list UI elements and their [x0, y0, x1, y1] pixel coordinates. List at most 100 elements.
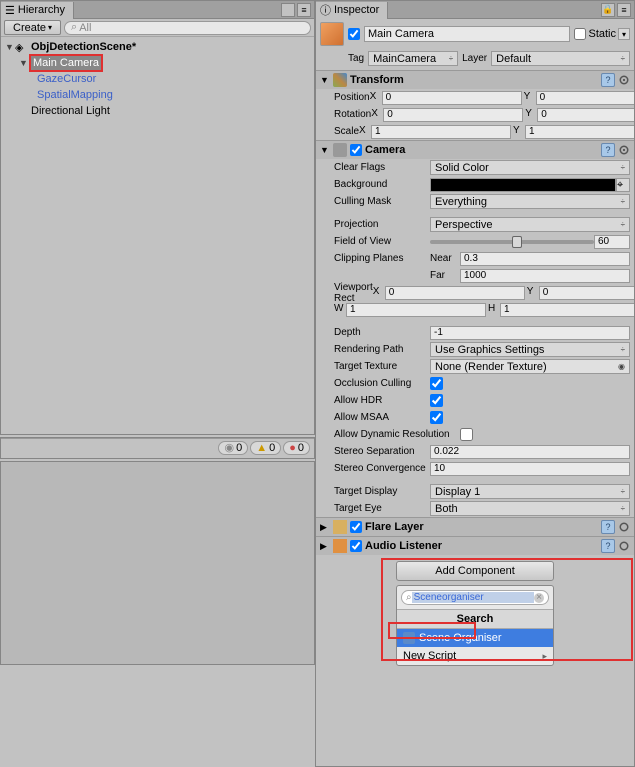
near-field[interactable] [460, 252, 630, 266]
component-search[interactable]: ⌕ Sceneorganiser × [401, 590, 549, 605]
position-y-field[interactable] [536, 91, 634, 105]
static-dropdown-arrow[interactable]: ▾ [618, 28, 630, 40]
audio-icon [333, 539, 347, 553]
clipping-label: Clipping Planes [320, 253, 430, 264]
gear-icon[interactable] [618, 144, 630, 156]
hierarchy-icon: ☰ [5, 4, 15, 17]
position-label: Position [320, 92, 370, 103]
hierarchy-tab[interactable]: ☰ Hierarchy [1, 2, 74, 19]
status-pill-warn[interactable]: ▲0 [250, 441, 281, 455]
gear-icon[interactable] [618, 540, 630, 552]
target-eye-dropdown[interactable]: Both÷ [430, 501, 630, 516]
far-field[interactable] [460, 269, 630, 283]
viewport-h-field[interactable] [500, 303, 634, 317]
dropdown-arrow-icon: ÷ [621, 54, 625, 63]
stereo-sep-field[interactable] [430, 445, 630, 459]
viewport-x-field[interactable] [385, 286, 525, 300]
tree-item-gazecursor[interactable]: GazeCursor [1, 71, 314, 87]
gameobject-name-field[interactable] [364, 26, 570, 42]
add-component-button[interactable]: Add Component [396, 561, 554, 581]
tree-item-directional-light[interactable]: Directional Light [1, 103, 314, 119]
x-label: X [371, 108, 381, 122]
gear-icon[interactable] [618, 521, 630, 533]
audio-enabled-checkbox[interactable] [350, 540, 362, 552]
help-icon[interactable]: ? [601, 539, 615, 553]
camera-header[interactable]: ▼ Camera ? [316, 141, 634, 159]
y-label: Y [513, 125, 523, 139]
target-texture-field[interactable]: None (Render Texture)◉ [430, 359, 630, 374]
status-pill-error[interactable]: ●0 [283, 441, 310, 455]
hierarchy-search[interactable]: ⌕ All [64, 21, 311, 35]
help-icon[interactable]: ? [601, 73, 615, 87]
create-button[interactable]: Create ▾ [4, 20, 61, 35]
collapse-arrow-icon[interactable]: ▼ [320, 145, 330, 155]
panel-menu-icon[interactable]: ≡ [297, 3, 311, 17]
hierarchy-toolbar: Create ▾ ⌕ All [1, 19, 314, 37]
viewport-w-field[interactable] [346, 303, 486, 317]
rotation-y-field[interactable] [537, 108, 634, 122]
panel-lock-icon[interactable]: 🔒 [601, 3, 615, 17]
depth-field[interactable] [430, 326, 630, 340]
panel-lock-icon[interactable] [281, 3, 295, 17]
culling-mask-dropdown[interactable]: Everything÷ [430, 194, 630, 209]
transform-header[interactable]: ▼ Transform ? [316, 71, 634, 89]
gameobject-icon[interactable] [320, 22, 344, 46]
scale-y-field[interactable] [525, 125, 634, 139]
tree-item-spatialmapping[interactable]: SpatialMapping [1, 87, 314, 103]
occlusion-checkbox[interactable] [430, 377, 443, 390]
transform-component: ▼ Transform ? PositionXYZ RotationXYZ Sc… [316, 70, 634, 140]
scene-root[interactable]: ▼ ◈ ObjDetectionScene* [1, 39, 314, 55]
fov-field[interactable] [594, 235, 630, 249]
viewport-label: Viewport Rect [320, 282, 373, 304]
clear-flags-dropdown[interactable]: Solid Color÷ [430, 160, 630, 175]
component-title: Audio Listener [365, 540, 598, 552]
panel-menu-icon[interactable]: ≡ [617, 3, 631, 17]
rotation-label: Rotation [320, 109, 371, 120]
rendering-path-dropdown[interactable]: Use Graphics Settings÷ [430, 342, 630, 357]
gear-icon[interactable] [618, 74, 630, 86]
hierarchy-tab-label: Hierarchy [18, 4, 65, 16]
object-picker-icon[interactable]: ◉ [618, 362, 625, 371]
y-label: Y [525, 108, 535, 122]
expand-arrow-icon[interactable]: ▼ [5, 42, 15, 52]
component-search-input[interactable]: Sceneorganiser [412, 592, 534, 603]
inspector-tab[interactable]: ⓘ Inspector [316, 2, 388, 19]
fov-slider[interactable] [430, 240, 594, 244]
rotation-x-field[interactable] [383, 108, 523, 122]
flare-layer-header[interactable]: ▶ Flare Layer ? [316, 518, 634, 536]
expand-arrow-icon[interactable]: ▼ [19, 58, 29, 68]
tree-item-main-camera[interactable]: ▼ Main Camera [1, 55, 314, 71]
static-checkbox[interactable] [574, 28, 586, 40]
tag-dropdown[interactable]: MainCamera÷ [368, 51, 458, 66]
scale-x-field[interactable] [371, 125, 511, 139]
camera-enabled-checkbox[interactable] [350, 144, 362, 156]
stereo-conv-field[interactable] [430, 462, 630, 476]
position-x-field[interactable] [382, 91, 522, 105]
collapse-arrow-icon[interactable]: ▼ [320, 75, 330, 85]
layer-dropdown[interactable]: Default÷ [491, 51, 630, 66]
dropdown-arrow-icon: ÷ [621, 163, 625, 172]
audio-listener-header[interactable]: ▶ Audio Listener ? [316, 537, 634, 555]
msaa-checkbox[interactable] [430, 411, 443, 424]
dynamic-res-checkbox[interactable] [460, 428, 473, 441]
clear-search-icon[interactable]: × [534, 593, 544, 603]
target-display-dropdown[interactable]: Display 1÷ [430, 484, 630, 499]
projection-dropdown[interactable]: Perspective÷ [430, 217, 630, 232]
background-color-swatch[interactable] [430, 178, 616, 192]
color-picker-icon[interactable]: ⌖ [616, 178, 630, 192]
viewport-y-field[interactable] [539, 286, 634, 300]
dropdown-arrow-icon: ÷ [621, 487, 625, 496]
status-pill-info[interactable]: ◉0 [218, 441, 248, 455]
search-result-scene-organiser[interactable]: Scene Organiser [397, 629, 553, 647]
collapse-arrow-icon[interactable]: ▶ [320, 541, 330, 552]
collapse-arrow-icon[interactable]: ▶ [320, 522, 330, 533]
search-result-new-script[interactable]: New Script ▸ [397, 647, 553, 665]
help-icon[interactable]: ? [601, 520, 615, 534]
gameobject-enabled-checkbox[interactable] [348, 28, 360, 40]
help-icon[interactable]: ? [601, 143, 615, 157]
flare-enabled-checkbox[interactable] [350, 521, 362, 533]
hdr-checkbox[interactable] [430, 394, 443, 407]
dynamic-res-label: Allow Dynamic Resolution [320, 429, 460, 440]
script-icon [403, 632, 415, 644]
dropdown-arrow-icon: ÷ [449, 54, 453, 63]
